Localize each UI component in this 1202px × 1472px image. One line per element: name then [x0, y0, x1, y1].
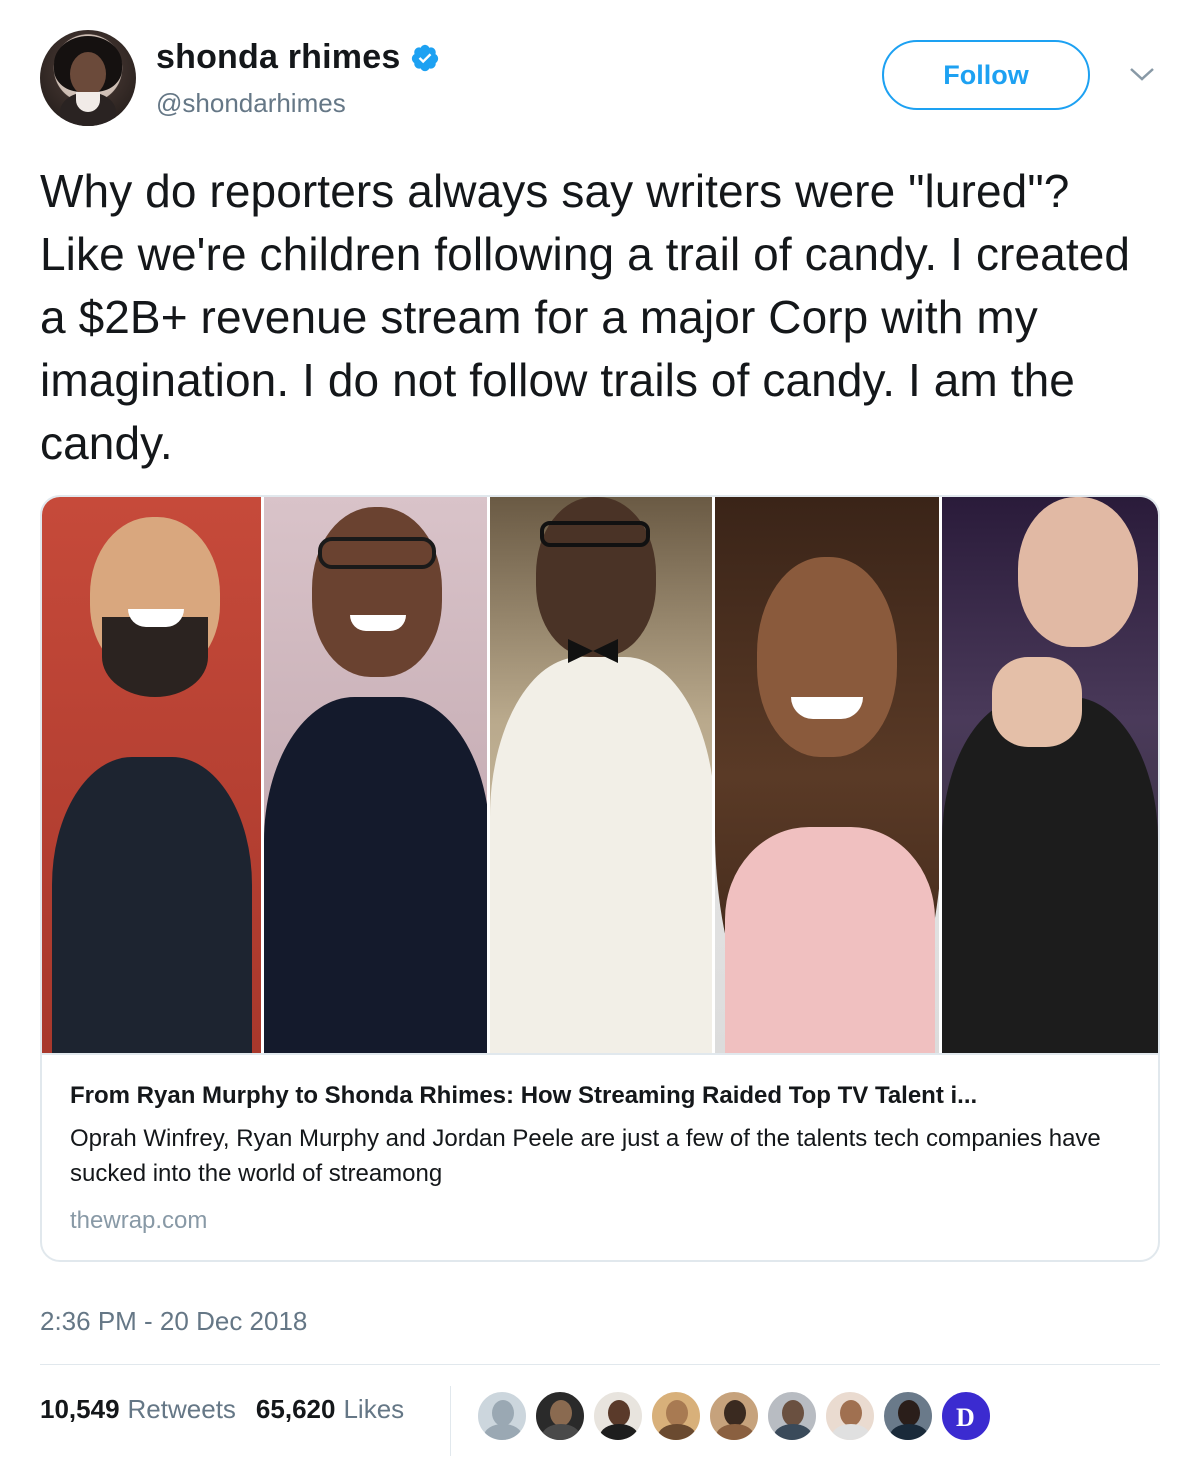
liker-avatars: D: [476, 1390, 992, 1442]
card-photo: [490, 497, 715, 1053]
avatar[interactable]: [40, 30, 136, 126]
likes-count: 65,620: [255, 1394, 336, 1424]
retweets-stat[interactable]: 10,549 Retweets: [40, 1394, 236, 1425]
card-body: From Ryan Murphy to Shonda Rhimes: How S…: [70, 1079, 1140, 1235]
liker-avatar[interactable]: [534, 1390, 586, 1442]
user-handle[interactable]: @shondarhimes: [156, 88, 346, 119]
liker-avatar[interactable]: [708, 1390, 760, 1442]
card-description: Oprah Winfrey, Ryan Murphy and Jordan Pe…: [70, 1125, 1101, 1187]
chevron-down-icon[interactable]: [1128, 64, 1156, 84]
liker-avatar[interactable]: [882, 1390, 934, 1442]
card-photo: [942, 497, 1158, 1053]
follow-button[interactable]: Follow: [882, 40, 1090, 110]
display-name[interactable]: shonda rhimes: [156, 38, 400, 77]
link-card[interactable]: From Ryan Murphy to Shonda Rhimes: How S…: [40, 495, 1160, 1262]
retweets-count: 10,549: [40, 1394, 120, 1424]
card-domain[interactable]: thewrap.com: [70, 1207, 1140, 1235]
tweet-timestamp[interactable]: 2:36 PM - 20 Dec 2018: [40, 1306, 307, 1337]
svg-text:D: D: [956, 1403, 975, 1432]
liker-avatar[interactable]: [476, 1390, 528, 1442]
card-image[interactable]: [42, 497, 1158, 1055]
tweet-header: shonda rhimes @shondarhimes Follow: [40, 30, 1160, 130]
stats-separator: [450, 1386, 451, 1456]
liker-avatar[interactable]: D: [940, 1390, 992, 1442]
tweet-text: Why do reporters always say writers were…: [40, 165, 1131, 469]
retweets-label: Retweets: [127, 1394, 236, 1424]
card-photo: [715, 497, 942, 1053]
liker-avatar[interactable]: [824, 1390, 876, 1442]
likes-label: Likes: [343, 1394, 405, 1424]
divider: [40, 1364, 1160, 1365]
card-title[interactable]: From Ryan Murphy to Shonda Rhimes: How S…: [70, 1079, 1140, 1113]
liker-avatar[interactable]: [650, 1390, 702, 1442]
name-row: shonda rhimes: [156, 38, 440, 77]
tweet-stats: 10,549 Retweets 65,620 Likes: [40, 1394, 424, 1425]
liker-avatar[interactable]: [766, 1390, 818, 1442]
logo-icon: D: [956, 1403, 975, 1432]
verified-badge-icon: [412, 44, 439, 71]
likes-stat[interactable]: 65,620 Likes: [256, 1394, 404, 1425]
liker-avatar[interactable]: [592, 1390, 644, 1442]
card-photo: [264, 497, 490, 1053]
card-photo: [42, 497, 264, 1053]
